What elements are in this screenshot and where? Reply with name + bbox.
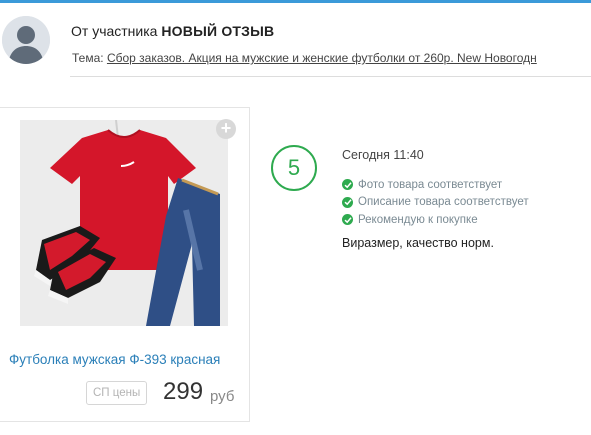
plus-icon[interactable]: +: [216, 119, 236, 139]
topic-link[interactable]: Сбор заказов. Акция на мужские и женские…: [107, 51, 537, 65]
product-photo[interactable]: [20, 120, 228, 326]
price-currency: руб: [210, 388, 235, 405]
rating-badge: 5: [271, 145, 317, 191]
review-checklist: Фото товара соответствует Описание товар…: [342, 176, 529, 229]
author-prefix: От участника: [71, 23, 158, 39]
price-tag-badge: СП цены: [86, 381, 148, 405]
review-text: Виразмер, качество норм.: [342, 236, 494, 250]
author-line: От участника НОВЫЙ ОТЗЫВ: [71, 23, 274, 39]
topic-line: Тема: Сбор заказов. Акция на мужские и ж…: [72, 51, 537, 65]
check-icon: [342, 179, 353, 191]
check-icon: [342, 214, 353, 226]
user-avatar-icon[interactable]: [2, 16, 50, 64]
check-item: Фото товара соответствует: [342, 176, 529, 194]
product-card[interactable]: + Футболка мужская Ф-393 красная СП цены…: [0, 107, 250, 422]
author-name[interactable]: НОВЫЙ ОТЗЫВ: [161, 23, 274, 39]
check-label: Рекомендую к покупке: [358, 213, 478, 226]
product-title-link[interactable]: Футболка мужская Ф-393 красная: [9, 352, 220, 367]
check-label: Описание товара соответствует: [358, 196, 529, 209]
price-value: 299: [163, 378, 204, 405]
review-date: Сегодня 11:40: [342, 148, 424, 162]
header-divider: [70, 76, 591, 77]
check-icon: [342, 196, 353, 208]
check-item: Рекомендую к покупке: [342, 211, 529, 229]
review-header: От участника НОВЫЙ ОТЗЫВ Тема: Сбор зака…: [0, 3, 591, 77]
check-item: Описание товара соответствует: [342, 194, 529, 212]
topic-label: Тема:: [72, 51, 104, 65]
check-label: Фото товара соответствует: [358, 178, 503, 191]
